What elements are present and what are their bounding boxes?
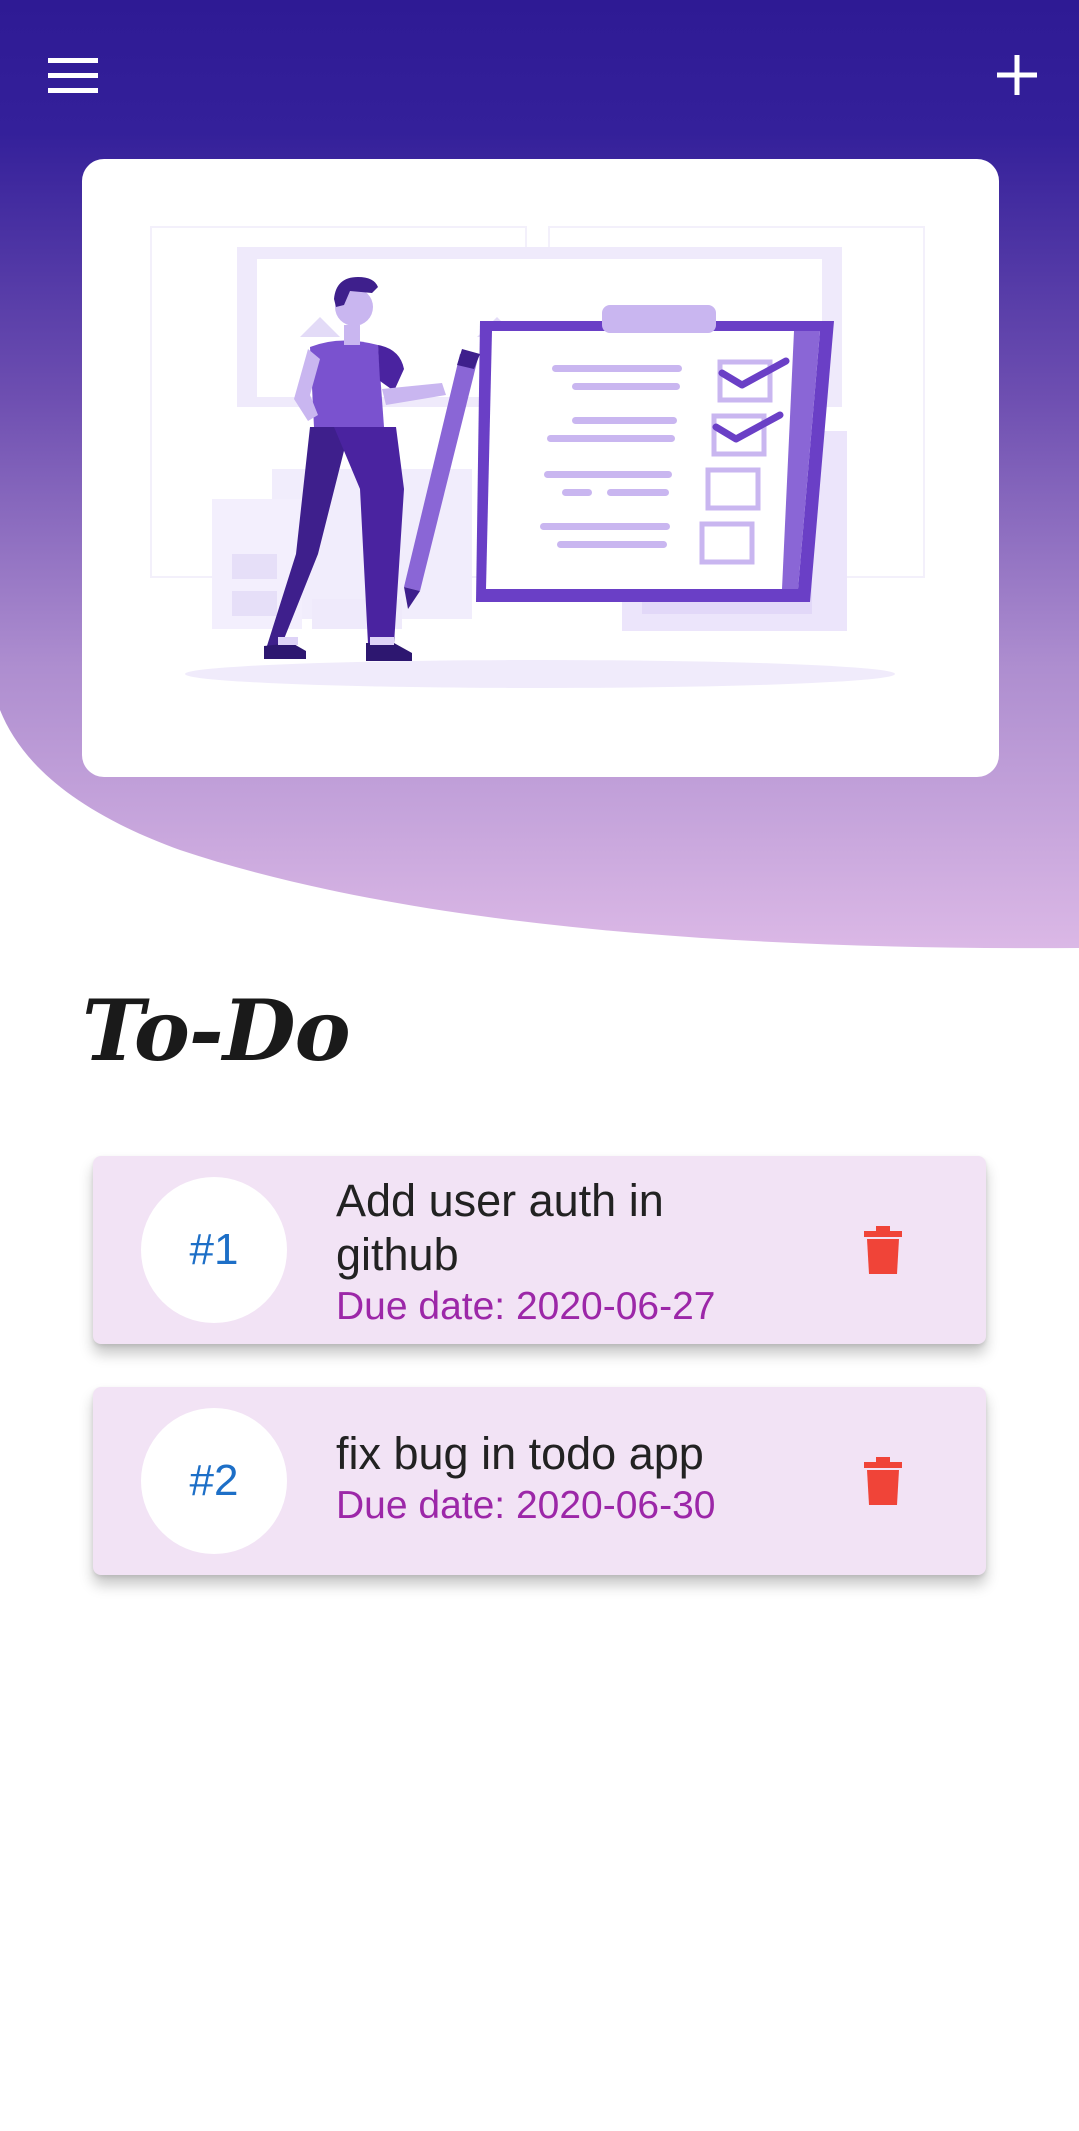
todo-list: #1 Add user auth in github Due date: 202… <box>93 1156 986 1618</box>
add-todo-button[interactable] <box>972 30 1062 120</box>
todo-number-badge: #1 <box>141 1177 287 1323</box>
trash-icon <box>864 1226 902 1274</box>
trash-icon <box>864 1457 902 1505</box>
person-with-checklist-illustration <box>150 226 925 688</box>
delete-button[interactable] <box>853 1220 913 1280</box>
page-title: To-Do <box>82 981 351 1080</box>
delete-button[interactable] <box>853 1451 913 1511</box>
todo-text: fix bug in todo app Due date: 2020-06-30 <box>336 1427 786 1531</box>
todo-item[interactable]: #1 Add user auth in github Due date: 202… <box>93 1156 986 1344</box>
todo-number: #2 <box>189 1456 239 1505</box>
todo-due-date: Due date: 2020-06-27 <box>336 1285 716 1328</box>
todo-title: fix bug in todo app <box>336 1428 704 1479</box>
todo-title: Add user auth in github <box>336 1175 664 1280</box>
todo-number: #1 <box>189 1225 239 1274</box>
todo-number-badge: #2 <box>141 1408 287 1554</box>
todo-due-date: Due date: 2020-06-30 <box>336 1484 716 1527</box>
menu-icon <box>48 58 98 93</box>
todo-text: Add user auth in github Due date: 2020-0… <box>336 1174 786 1332</box>
hero-illustration-card <box>82 159 999 777</box>
todo-item[interactable]: #2 fix bug in todo app Due date: 2020-06… <box>93 1387 986 1575</box>
menu-button[interactable] <box>28 30 118 120</box>
add-icon <box>997 55 1037 95</box>
